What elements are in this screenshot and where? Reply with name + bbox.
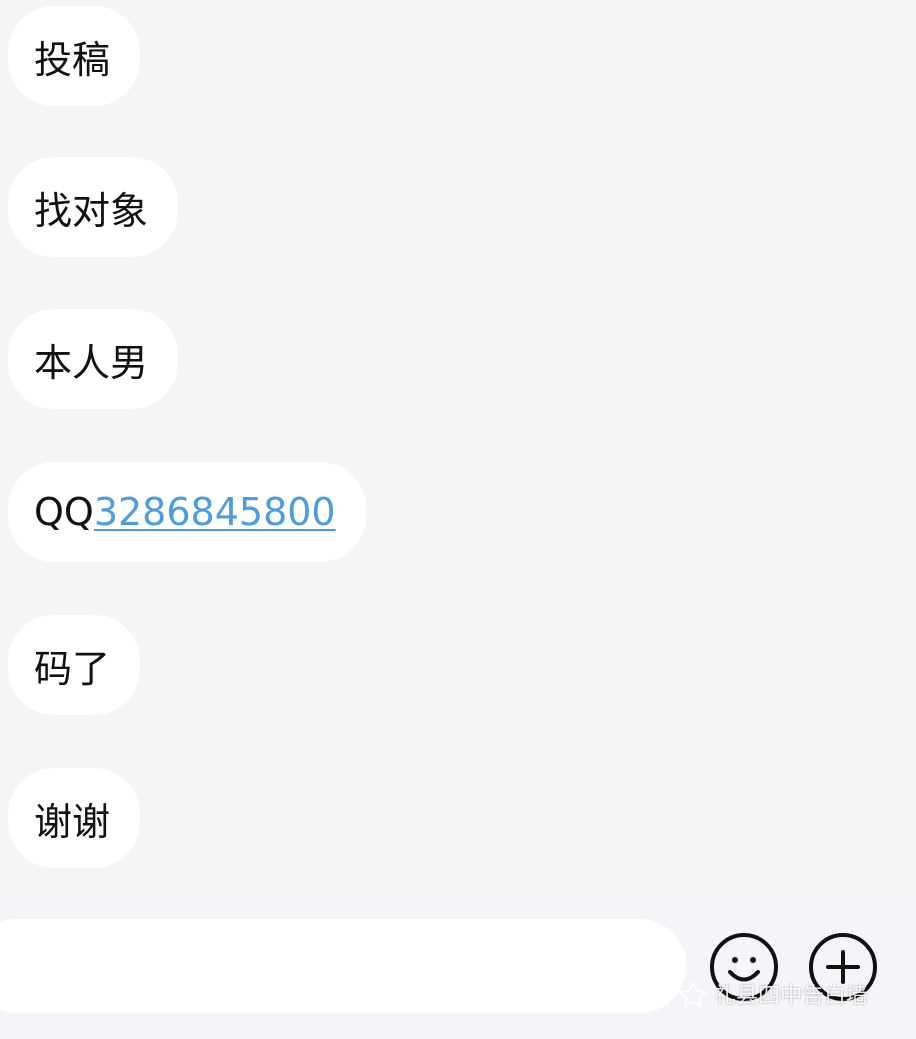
chat-message-list: 投稿 找对象 本人男 QQ 3286845800 码了 谢谢 <box>0 0 916 895</box>
message-bubble[interactable]: QQ 3286845800 <box>8 462 366 562</box>
message-text: 码了 <box>34 646 111 691</box>
message-text: QQ <box>34 490 94 534</box>
message-text: 本人男 <box>34 340 149 385</box>
message-input-bar <box>0 895 916 1039</box>
wechat-logo-icon <box>678 981 708 1007</box>
message-text: 谢谢 <box>34 799 111 844</box>
message-text: 投稿 <box>34 37 111 82</box>
message-bubble[interactable]: 谢谢 <box>8 768 141 868</box>
message-bubble[interactable]: 码了 <box>8 615 141 715</box>
message-bubble[interactable]: 投稿 <box>8 6 141 106</box>
qq-number-link[interactable]: 3286845800 <box>94 490 336 534</box>
message-input[interactable] <box>0 919 686 1013</box>
watermark-text: 礼县四中告白墙 <box>714 984 869 1009</box>
message-bubble[interactable]: 找对象 <box>8 157 179 257</box>
message-text: 找对象 <box>34 188 149 233</box>
watermark: 礼县四中告白墙 <box>678 978 868 1010</box>
message-bubble[interactable]: 本人男 <box>8 309 179 409</box>
